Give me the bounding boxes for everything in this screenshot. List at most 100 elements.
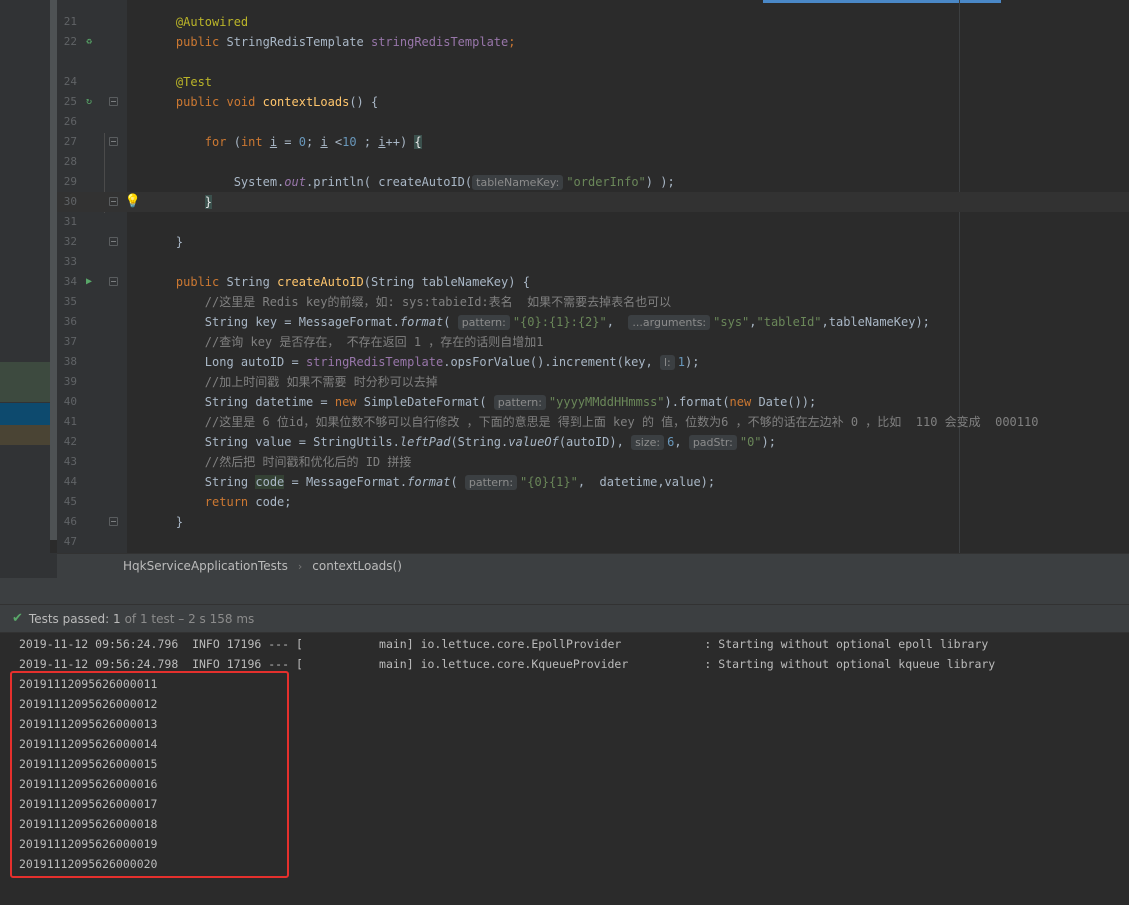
code-line[interactable]: 40 String datetime = new SimpleDateForma… xyxy=(57,392,1129,412)
parameter-hint: pattern: xyxy=(493,395,546,410)
bean-icon[interactable]: ♻ xyxy=(82,32,96,52)
code-token: 1 xyxy=(677,355,685,369)
line-number: 31 xyxy=(63,215,77,228)
code-text: String code = MessageFormat.format( patt… xyxy=(147,472,715,492)
code-token: String xyxy=(147,475,256,489)
code-token: stringRedisTemplate xyxy=(305,355,444,369)
code-line[interactable]: 30 💡 } xyxy=(57,192,1129,212)
code-line[interactable]: 45 return code; xyxy=(57,492,1129,512)
code-token: String datetime = xyxy=(147,395,335,409)
code-token: @Autowired xyxy=(175,15,249,29)
code-line[interactable]: 28 xyxy=(57,152,1129,172)
code-token: i xyxy=(378,135,386,149)
fold-marker-icon[interactable] xyxy=(109,277,118,286)
run-icon[interactable]: ▶ xyxy=(82,272,96,292)
code-line[interactable]: 35 //这里是 Redis key的前缀，如: sys:tabieId:表名 … xyxy=(57,292,1129,312)
code-token: , xyxy=(674,435,689,449)
code-line[interactable]: 26 xyxy=(57,112,1129,132)
code-line[interactable]: 27 for (int i = 0; i <10 ; i++) { xyxy=(57,132,1129,152)
code-line[interactable]: 22 ♻ public StringRedisTemplate stringRed… xyxy=(57,32,1129,52)
code-line[interactable]: 36 String key = MessageFormat.format( pa… xyxy=(57,312,1129,332)
fold-marker-icon[interactable] xyxy=(109,197,118,206)
code-token: ); xyxy=(684,355,700,369)
lightbulb-icon[interactable]: 💡 xyxy=(125,192,141,212)
code-token: code xyxy=(255,475,285,489)
code-line[interactable]: 47 xyxy=(57,532,1129,552)
code-token: ); xyxy=(761,435,776,449)
code-line[interactable]: 32 } xyxy=(57,232,1129,252)
code-line[interactable]: 42 String value = StringUtils.leftPad(St… xyxy=(57,432,1129,452)
code-token: } xyxy=(147,515,184,529)
code-line[interactable]: 21 @Autowired xyxy=(57,12,1129,32)
fold-marker-icon[interactable] xyxy=(109,97,118,106)
code-line[interactable]: 33 xyxy=(57,252,1129,272)
run-test-icon[interactable]: ↻ xyxy=(82,92,96,112)
code-token: stringRedisTemplate xyxy=(370,35,509,49)
line-number: 33 xyxy=(63,255,77,268)
code-text: System.out.println( createAutoID(tableNa… xyxy=(147,172,675,192)
code-text: public StringRedisTemplate stringRedisTe… xyxy=(147,32,516,52)
code-line[interactable]: 29 System.out.println( createAutoID(tabl… xyxy=(57,172,1129,192)
code-token: , datetime,value); xyxy=(577,475,716,489)
parameter-hint: l: xyxy=(659,355,675,370)
tests-passed-count: 1 xyxy=(112,611,121,626)
code-text: public String createAutoID(String tableN… xyxy=(147,272,530,292)
breadcrumb-method[interactable]: contextLoads() xyxy=(312,559,402,573)
code-line[interactable]: 38 Long autoID = stringRedisTemplate.ops… xyxy=(57,352,1129,372)
code-token: "tableId" xyxy=(756,315,822,329)
code-line[interactable]: 44 String code = MessageFormat.format( p… xyxy=(57,472,1129,492)
line-number: 35 xyxy=(63,295,77,308)
tests-summary: of 1 test – 2 s 158 ms xyxy=(124,611,255,626)
code-token: ++) xyxy=(385,135,415,149)
code-token: = MessageFormat. xyxy=(284,475,408,489)
code-token: ).format( xyxy=(664,395,730,409)
code-token: ) ); xyxy=(645,175,675,189)
fold-marker-icon[interactable] xyxy=(109,137,118,146)
code-line[interactable]: 37 //查询 key 是否存在， 不存在返回 1 ，存在的话则自增加1 xyxy=(57,332,1129,352)
code-token: SimpleDateFormat( xyxy=(363,395,494,409)
code-token: //查询 key 是否存在， 不存在返回 1 ，存在的话则自增加1 xyxy=(204,335,544,349)
code-token: ; xyxy=(508,35,516,49)
code-line[interactable]: 39 //加上时间戳 如果不需要 时分秒可以去掉 xyxy=(57,372,1129,392)
parameter-hint: size: xyxy=(631,435,665,450)
code-token: .println( createAutoID( xyxy=(305,175,473,189)
code-text: String key = MessageFormat.format( patte… xyxy=(147,312,930,332)
code-token: code; xyxy=(255,495,292,509)
line-number: 26 xyxy=(63,115,77,128)
code-line[interactable]: 31 xyxy=(57,212,1129,232)
code-token: (String. xyxy=(450,435,509,449)
project-tree-scrollbar[interactable] xyxy=(50,0,57,540)
line-number: 25 xyxy=(63,95,77,108)
fold-marker-icon[interactable] xyxy=(109,237,118,246)
line-number: 34 xyxy=(63,275,77,288)
line-number: 46 xyxy=(63,515,77,528)
line-number: 38 xyxy=(63,355,77,368)
code-token: createAutoID xyxy=(277,275,364,289)
code-line[interactable]: 46 } xyxy=(57,512,1129,532)
code-line[interactable]: 24 @Test xyxy=(57,72,1129,92)
line-number: 27 xyxy=(63,135,77,148)
parameter-hint: padStr: xyxy=(688,435,737,450)
code-token: i xyxy=(269,135,278,149)
active-tab-indicator xyxy=(763,0,1001,3)
code-editor[interactable]: 21 @Autowired 22 ♻ public StringRedisTempl… xyxy=(0,0,1129,553)
code-line[interactable]: 25 ↻ public void contextLoads() { xyxy=(57,92,1129,112)
code-line[interactable]: 41 //这里是 6 位id，如果位数不够可以自行修改 ，下面的意思是 得到上面… xyxy=(57,412,1129,432)
code-line[interactable]: 43 //然后把 时间戳和优化后的 ID 拼接 xyxy=(57,452,1129,472)
code-token: ,tableNameKey); xyxy=(821,315,930,329)
code-token: ( xyxy=(233,135,241,149)
code-token: //这里是 6 位id，如果位数不够可以自行修改 ，下面的意思是 得到上面 ke… xyxy=(204,415,1039,429)
code-token: for xyxy=(204,135,234,149)
code-token: "{0}{1}" xyxy=(520,475,578,489)
line-number: 21 xyxy=(63,15,77,28)
code-token: format xyxy=(399,315,444,329)
code-text: String datetime = new SimpleDateFormat( … xyxy=(147,392,816,412)
code-line[interactable]: 34 ▶ public String createAutoID(String ta… xyxy=(57,272,1129,292)
breadcrumb-class[interactable]: HqkServiceApplicationTests xyxy=(123,559,288,573)
fold-marker-icon[interactable] xyxy=(109,517,118,526)
